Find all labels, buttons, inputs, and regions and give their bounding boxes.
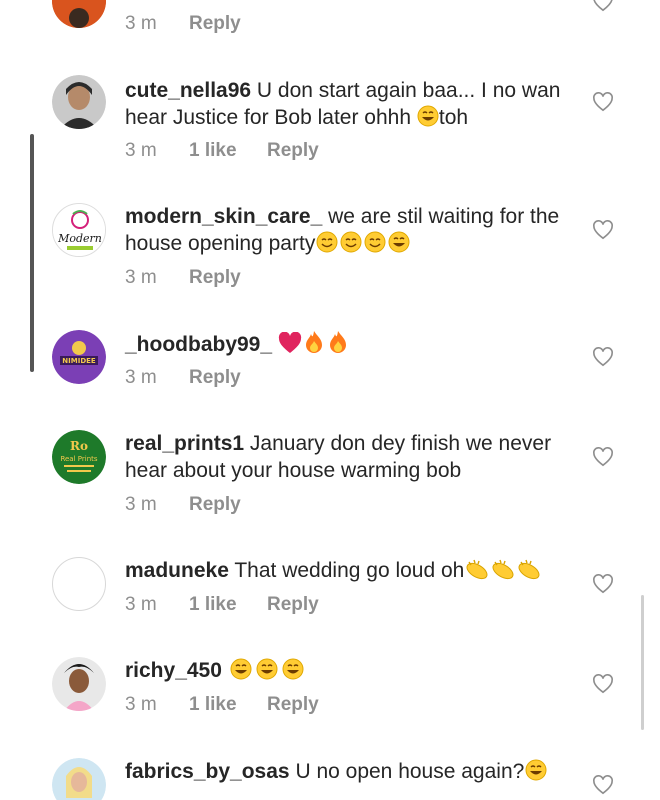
smile-emoji-icon xyxy=(340,231,362,253)
grin-sweat-emoji-icon xyxy=(388,231,410,253)
comment-meta: 3 m Reply xyxy=(125,367,241,389)
comment-meta: 3 m Reply xyxy=(125,13,241,35)
comment-time: 3 m xyxy=(125,267,157,288)
comment-body: That wedding go loud oh xyxy=(234,559,465,582)
reply-button[interactable]: Reply xyxy=(189,494,241,516)
comment-text: cute_nella96 U don start again baa... I … xyxy=(125,77,580,131)
comment-text: richy_450 xyxy=(125,657,580,684)
grin-sweat-emoji-icon xyxy=(282,658,304,680)
comment-meta: 3 m Reply xyxy=(125,494,241,516)
reply-button[interactable]: Reply xyxy=(189,13,241,35)
comment-username[interactable]: fabrics_by_osas xyxy=(125,760,290,783)
comment-meta: 3 m 1 like Reply xyxy=(125,140,319,162)
like-heart-icon[interactable] xyxy=(592,0,614,12)
comments-page: 3 m Reply cute_nella96 U don start again … xyxy=(0,0,660,800)
comment-time: 3 m xyxy=(125,694,157,715)
reply-button[interactable]: Reply xyxy=(189,267,241,289)
comment-body-suffix: toh xyxy=(438,106,469,129)
comment-meta: 3 m Reply xyxy=(125,267,241,289)
modern-logo-text: Modern xyxy=(57,232,102,245)
like-heart-icon[interactable] xyxy=(592,220,614,240)
svg-text:Ro: Ro xyxy=(70,439,88,453)
likes-count[interactable]: 1 like xyxy=(189,694,267,716)
avatar[interactable] xyxy=(52,0,106,28)
avatar[interactable]: Modern xyxy=(52,203,106,257)
red-heart-emoji-icon xyxy=(278,332,301,353)
hood-logo-text: NIMIDEE xyxy=(62,357,96,365)
like-heart-icon[interactable] xyxy=(592,447,614,467)
real-prints-logo-text: Real Prints xyxy=(60,455,97,463)
like-heart-icon[interactable] xyxy=(592,574,614,594)
avatar[interactable] xyxy=(52,657,106,711)
likes-count[interactable]: 1 like xyxy=(189,594,267,616)
fire-emoji-icon xyxy=(329,331,346,353)
scroll-indicator xyxy=(30,134,34,372)
like-heart-icon[interactable] xyxy=(592,347,614,367)
likes-count[interactable]: 1 like xyxy=(189,140,267,162)
comment-username[interactable]: richy_450 xyxy=(125,659,222,682)
comment-text: maduneke That wedding go loud oh xyxy=(125,557,580,584)
grin-sweat-emoji-icon xyxy=(417,105,439,127)
comment-time: 3 m xyxy=(125,594,157,615)
reply-button[interactable]: Reply xyxy=(267,694,319,716)
clap-emoji-icon xyxy=(492,559,514,580)
reply-button[interactable]: Reply xyxy=(267,594,319,616)
comment-text: _hoodbaby99_ xyxy=(125,330,580,358)
smile-emoji-icon xyxy=(316,231,338,253)
reply-button[interactable]: Reply xyxy=(189,367,241,389)
clap-emoji-icon xyxy=(518,559,540,580)
reply-button[interactable]: Reply xyxy=(267,140,319,162)
comment-meta: 3 m 1 like Reply xyxy=(125,594,319,616)
comment-time: 3 m xyxy=(125,140,157,161)
comment-text: modern_skin_care_ we are stil waiting fo… xyxy=(125,203,580,257)
comment-time: 3 m xyxy=(125,13,157,34)
like-heart-icon[interactable] xyxy=(592,775,614,795)
comment-meta: 3 m 1 like Reply xyxy=(125,694,319,716)
comment-time: 3 m xyxy=(125,367,157,388)
avatar[interactable] xyxy=(52,557,106,611)
comment-body: U no open house again? xyxy=(295,760,525,783)
like-heart-icon[interactable] xyxy=(592,92,614,112)
avatar[interactable]: NIMIDEE xyxy=(52,330,106,384)
avatar[interactable] xyxy=(52,75,106,129)
avatar[interactable] xyxy=(52,758,106,800)
comment-text: fabrics_by_osas U no open house again? xyxy=(125,758,580,785)
clap-emoji-icon xyxy=(466,559,488,580)
like-heart-icon[interactable] xyxy=(592,674,614,694)
fire-emoji-icon xyxy=(305,331,322,353)
comment-text: real_prints1 January don dey finish we n… xyxy=(125,430,580,484)
smile-emoji-icon xyxy=(364,231,386,253)
comment-username[interactable]: modern_skin_care_ xyxy=(125,205,322,228)
comment-username[interactable]: cute_nella96 xyxy=(125,79,251,102)
grin-sweat-emoji-icon xyxy=(230,658,252,680)
scrollbar-thumb[interactable] xyxy=(641,595,644,730)
comment-username[interactable]: real_prints1 xyxy=(125,432,244,455)
comment-time: 3 m xyxy=(125,494,157,515)
grin-sweat-emoji-icon xyxy=(256,658,278,680)
comment-username[interactable]: maduneke xyxy=(125,559,229,582)
comment-username[interactable]: _hoodbaby99_ xyxy=(125,333,272,356)
avatar[interactable]: Ro Real Prints xyxy=(52,430,106,484)
grin-sweat-emoji-icon xyxy=(525,759,547,781)
